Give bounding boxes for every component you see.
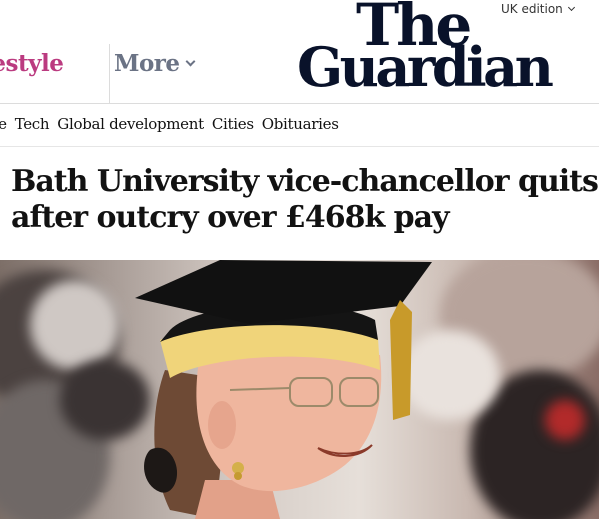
chevron-down-icon bbox=[185, 56, 196, 66]
nav-divider bbox=[0, 103, 599, 104]
earring-shape bbox=[234, 472, 242, 480]
subnav-divider bbox=[0, 146, 599, 147]
nav-pillar-more[interactable]: More bbox=[114, 50, 196, 77]
subnav-item-science[interactable]: ce bbox=[0, 115, 7, 133]
chevron-down-icon bbox=[567, 3, 575, 12]
logo-guardian: Guardian bbox=[297, 35, 554, 99]
nav-pillar-lifestyle[interactable]: festyle bbox=[0, 50, 64, 77]
tassel-shape bbox=[390, 300, 412, 420]
edition-selector[interactable]: UK edition bbox=[501, 2, 575, 16]
article-header: Bath University vice-chancellor quits af… bbox=[0, 152, 599, 258]
subnav-item-cities[interactable]: Cities bbox=[212, 115, 254, 133]
more-label: More bbox=[114, 50, 180, 77]
edition-label: UK edition bbox=[501, 2, 563, 16]
subnav-item-obituaries[interactable]: Obituaries bbox=[262, 115, 339, 133]
subnav-item-tech[interactable]: Tech bbox=[15, 115, 50, 133]
article-photo bbox=[0, 260, 599, 519]
sub-navigation: ce Tech Global development Cities Obitua… bbox=[0, 115, 339, 133]
ear-shape bbox=[208, 401, 236, 449]
subnav-item-global-development[interactable]: Global development bbox=[57, 115, 204, 133]
pillar-divider bbox=[109, 44, 110, 103]
article-headline: Bath University vice-chancellor quits af… bbox=[11, 164, 599, 235]
mortarboard-shape bbox=[135, 260, 432, 324]
graduate-illustration bbox=[135, 260, 432, 519]
masthead: festyle More UK edition The Guardian bbox=[0, 0, 599, 103]
